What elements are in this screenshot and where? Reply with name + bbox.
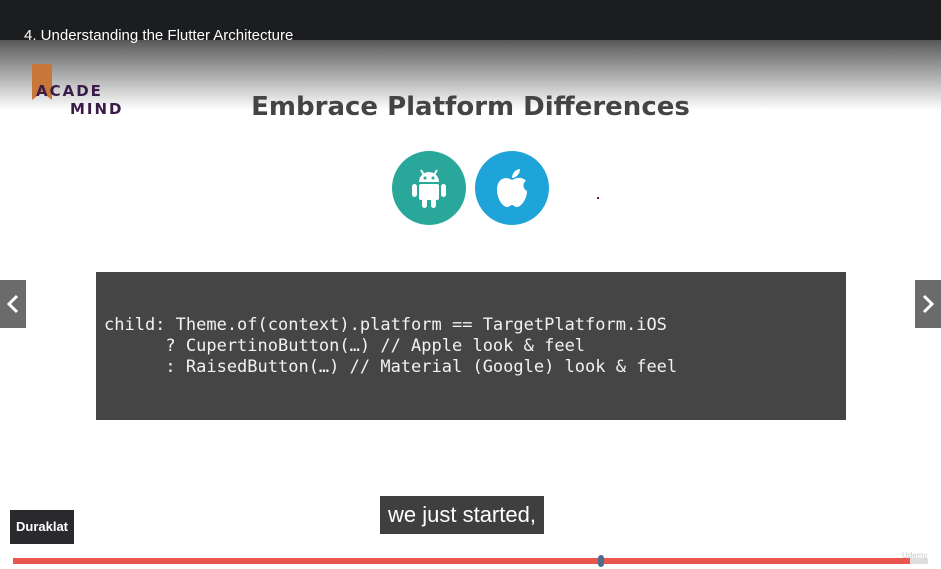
pause-tooltip: Duraklat	[10, 510, 74, 544]
apple-icon	[475, 151, 549, 225]
android-icon	[392, 151, 466, 225]
code-line-2: ? CupertinoButton(…) // Apple look & fee…	[104, 336, 586, 356]
previous-lecture-button[interactable]	[0, 280, 26, 328]
chevron-left-icon	[6, 294, 19, 314]
stray-dot	[597, 197, 599, 199]
progress-fill	[13, 558, 910, 564]
slide-title: Embrace Platform Differences	[251, 92, 690, 122]
subtitle-caption: we just started,	[380, 496, 544, 534]
video-title: 4. Understanding the Flutter Architectur…	[24, 27, 294, 44]
code-block: child: Theme.of(context).platform == Tar…	[96, 272, 846, 420]
next-lecture-button[interactable]	[915, 280, 941, 328]
chevron-right-icon	[922, 294, 935, 314]
code-line-3: : RaisedButton(…) // Material (Google) l…	[104, 357, 678, 377]
code-line-1: child: Theme.of(context).platform == Tar…	[104, 315, 667, 335]
progress-scrubber-handle[interactable]	[598, 555, 604, 567]
progress-bar[interactable]	[13, 558, 928, 564]
udemy-watermark: Udemy	[902, 551, 928, 560]
